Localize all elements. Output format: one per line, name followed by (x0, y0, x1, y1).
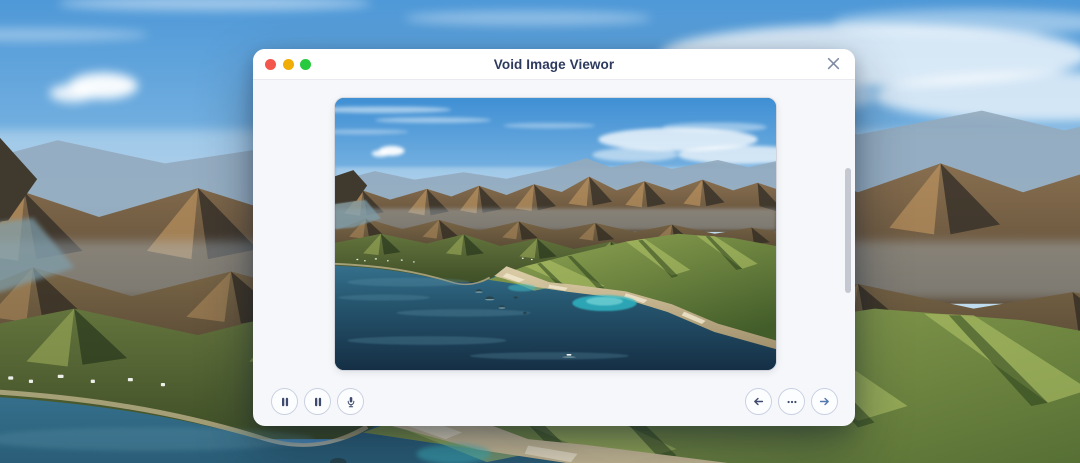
ellipsis-icon (786, 396, 798, 408)
desktop: Void Image Viewor (0, 0, 1080, 463)
back-button[interactable] (745, 388, 772, 415)
pause-icon (279, 396, 291, 408)
microphone-button[interactable] (337, 388, 364, 415)
close-button[interactable] (825, 55, 841, 71)
toolbar-left (271, 388, 364, 415)
toolbar-right (745, 388, 838, 415)
pause-button-1[interactable] (271, 388, 298, 415)
close-icon (827, 57, 840, 70)
window-title: Void Image Viewor (253, 57, 855, 72)
pause-button-2[interactable] (304, 388, 331, 415)
arrow-right-icon (818, 395, 831, 408)
more-button[interactable] (778, 388, 805, 415)
forward-button[interactable] (811, 388, 838, 415)
pause-icon (312, 396, 324, 408)
app-window: Void Image Viewor (253, 49, 855, 426)
coastline-photo (335, 98, 776, 370)
microphone-icon (345, 396, 357, 408)
arrow-left-icon (752, 395, 765, 408)
scrollbar-thumb[interactable] (845, 168, 851, 293)
titlebar: Void Image Viewor (253, 49, 855, 80)
image-viewer-photo (335, 98, 776, 370)
